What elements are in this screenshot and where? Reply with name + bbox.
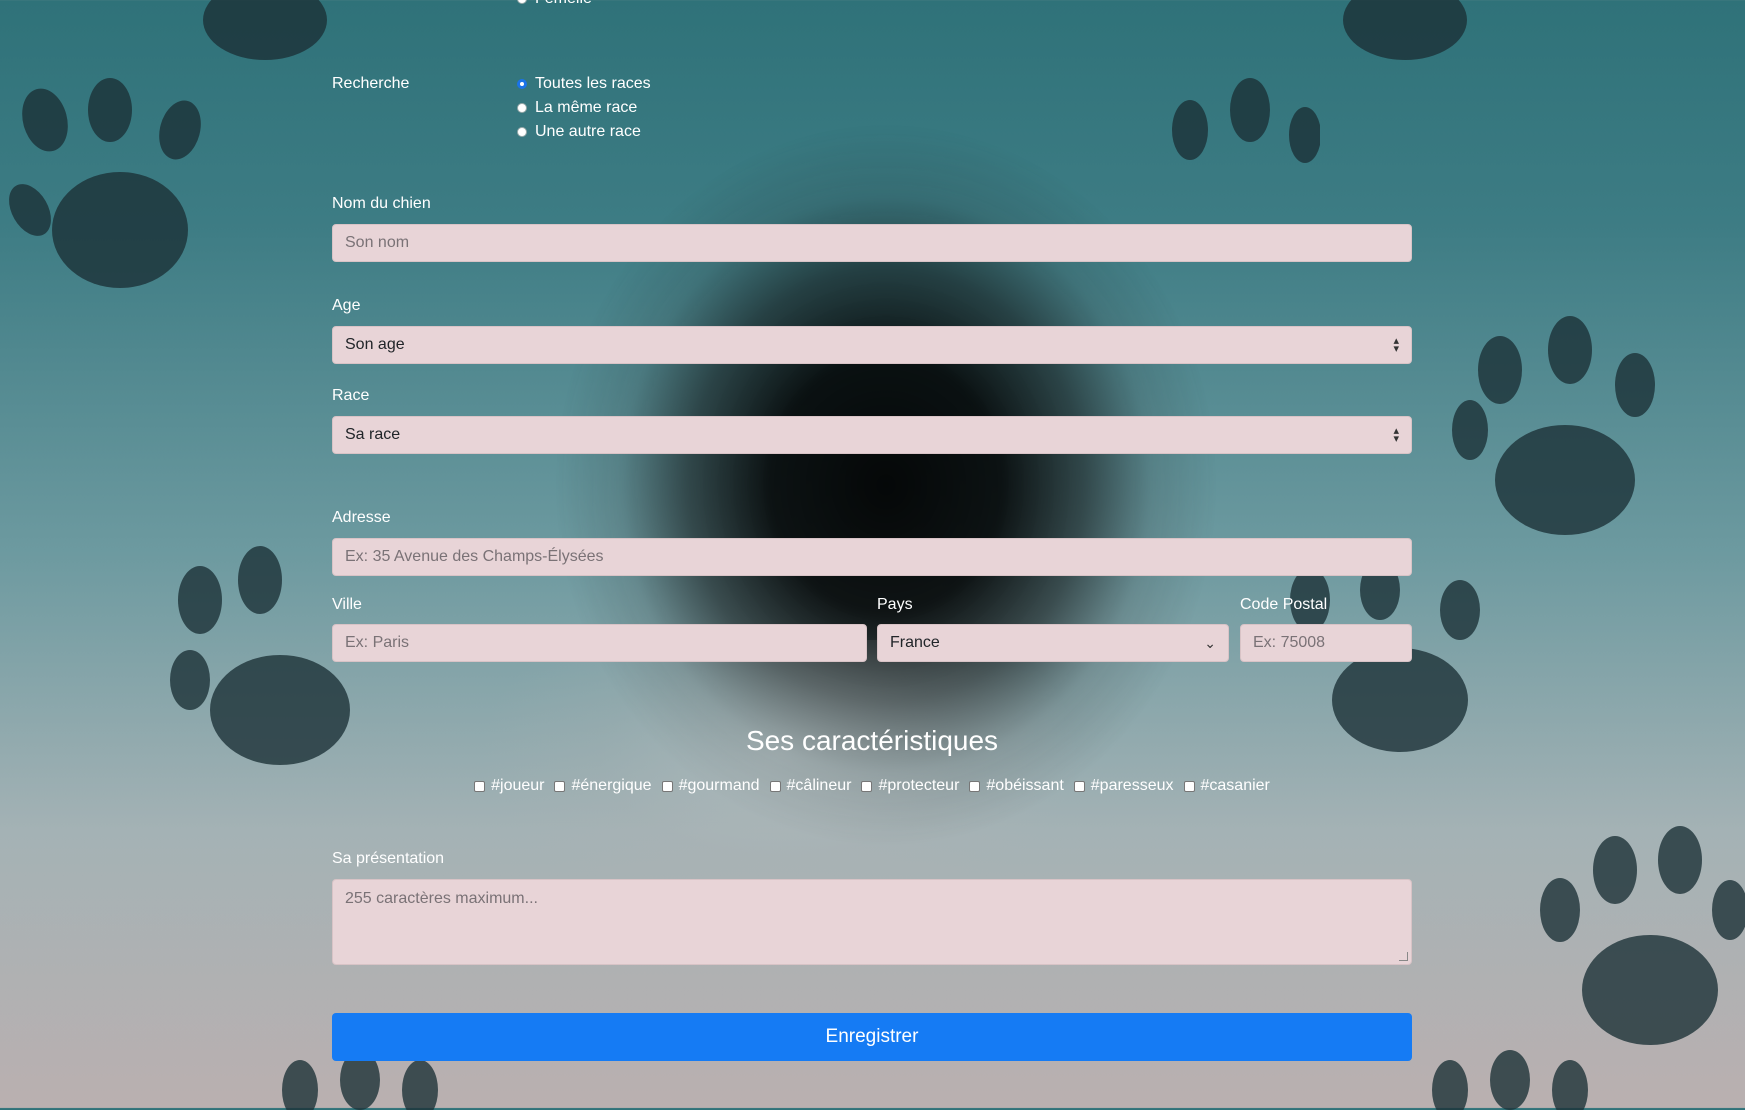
checkbox[interactable] [1183, 780, 1195, 792]
radio-option-same-breed[interactable]: La même race [517, 99, 637, 117]
trait-label: #paresseux [1090, 777, 1174, 794]
trait-label: #obéissant [986, 777, 1064, 794]
breed-select[interactable]: Sa race ▴ ▾ [332, 416, 1412, 454]
country-label: Pays [877, 596, 913, 613]
presentation-placeholder: 255 caractères maximum... [345, 890, 538, 907]
radio-option-all-breeds[interactable]: Toutes les races [517, 75, 651, 93]
search-label: Recherche [332, 75, 410, 92]
presentation-label: Sa présentation [332, 850, 445, 867]
presentation-textarea[interactable]: 255 caractères maximum... [332, 879, 1412, 965]
city-placeholder: Ex: Paris [345, 634, 410, 651]
postal-code-placeholder: Ex: 75008 [1253, 634, 1326, 651]
ink-splash [470, 80, 1270, 980]
trait-label: #énergique [571, 777, 652, 794]
dog-name-placeholder: Son nom [345, 234, 410, 251]
address-input[interactable]: Ex: 35 Avenue des Champs-Élysées [332, 538, 1412, 576]
radio-label: Une autre race [535, 123, 641, 140]
trait-checkbox-casanier[interactable]: #casanier [1183, 777, 1270, 795]
dog-name-input[interactable]: Son nom [332, 224, 1412, 262]
age-select[interactable]: Son age ▴ ▾ [332, 326, 1412, 364]
radio-button[interactable] [517, 103, 527, 113]
trait-checkbox-protecteur[interactable]: #protecteur [861, 777, 959, 795]
paw-print-icon [1432, 1050, 1588, 1110]
breed-label: Race [332, 387, 370, 404]
save-button[interactable]: Enregistrer [332, 1013, 1412, 1061]
checkbox[interactable] [861, 780, 873, 792]
paw-print-icon [203, 0, 327, 60]
country-selected-value: France [890, 634, 940, 651]
resize-handle-icon[interactable] [1399, 952, 1408, 961]
trait-label: #protecteur [878, 777, 960, 794]
paw-print-icon [1343, 0, 1467, 60]
breed-selected-value: Sa race [345, 426, 401, 443]
paw-print-icon [9, 78, 201, 288]
trait-checkbox-joueur[interactable]: #joueur [474, 777, 544, 795]
chevron-down-icon: ⌄ [1204, 634, 1216, 651]
radio-option-other-breed[interactable]: Une autre race [517, 123, 641, 141]
trait-label: #casanier [1200, 777, 1270, 794]
checkbox[interactable] [661, 780, 673, 792]
age-label: Age [332, 297, 361, 314]
country-select[interactable]: France ⌄ [877, 624, 1229, 662]
trait-checkbox-paresseux[interactable]: #paresseux [1073, 777, 1174, 795]
checkbox[interactable] [474, 780, 486, 792]
dog-name-label: Nom du chien [332, 195, 431, 212]
trait-checkbox-energique[interactable]: #énergique [554, 777, 652, 795]
checkbox[interactable] [969, 780, 981, 792]
trait-label: #joueur [491, 777, 545, 794]
paw-print-icon [1452, 316, 1655, 535]
sort-caret-icon: ▴ ▾ [1393, 335, 1399, 355]
trait-checkbox-calineur[interactable]: #câlineur [769, 777, 852, 795]
address-placeholder: Ex: 35 Avenue des Champs-Élysées [345, 548, 604, 565]
sort-caret-icon: ▴ ▾ [1393, 425, 1399, 445]
postal-code-label: Code Postal [1240, 596, 1328, 613]
address-label: Adresse [332, 509, 391, 526]
radio-button[interactable] [517, 0, 527, 4]
trait-label: #câlineur [786, 777, 852, 794]
postal-code-input[interactable]: Ex: 75008 [1240, 624, 1412, 662]
city-label: Ville [332, 596, 362, 613]
checkbox[interactable] [1073, 780, 1085, 792]
radio-option-femelle[interactable]: Femelle [517, 0, 592, 8]
radio-label: Toutes les races [535, 75, 651, 92]
trait-checkbox-gourmand[interactable]: #gourmand [661, 777, 760, 795]
age-selected-value: Son age [345, 336, 405, 353]
radio-label: Femelle [535, 0, 592, 8]
trait-label: #gourmand [678, 777, 760, 794]
radio-button[interactable] [517, 127, 527, 137]
traits-title: Ses caractéristiques [745, 725, 999, 756]
radio-button-checked[interactable] [517, 79, 527, 89]
checkbox[interactable] [769, 780, 781, 792]
paw-print-icon [1540, 826, 1745, 1045]
radio-label: La même race [535, 99, 638, 116]
paw-print-icon [1172, 78, 1320, 163]
checkbox[interactable] [554, 780, 566, 792]
city-input[interactable]: Ex: Paris [332, 624, 867, 662]
trait-checkbox-obeissant[interactable]: #obéissant [969, 777, 1064, 795]
traits-checkbox-group: #joueur #énergique #gourmand #câlineur #… [432, 777, 1312, 795]
